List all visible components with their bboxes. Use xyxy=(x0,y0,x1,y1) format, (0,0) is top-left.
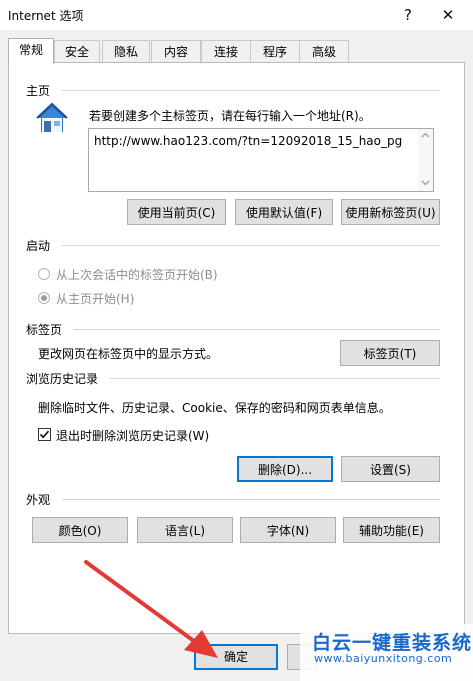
appearance-divider xyxy=(62,499,440,500)
radio-last-session[interactable] xyxy=(38,268,50,280)
tab-programs[interactable]: 程序 xyxy=(250,40,300,63)
watermark-brand: 白云一键重装系统 xyxy=(312,632,473,654)
use-new-tab-button[interactable]: 使用新标签页(U) xyxy=(341,199,440,225)
delete-on-exit-label: 退出时删除浏览历史记录(W) xyxy=(56,429,210,443)
radio-homepage[interactable] xyxy=(38,292,50,304)
use-current-button[interactable]: 使用当前页(C) xyxy=(127,199,226,225)
radio-last-session-label: 从上次会话中的标签页开始(B) xyxy=(56,268,218,282)
scroll-up-icon xyxy=(421,132,430,138)
tabs-section-title: 标签页 xyxy=(26,323,63,337)
tabs-description: 更改网页在标签页中的显示方式。 xyxy=(38,347,219,361)
homepage-divider xyxy=(62,90,440,91)
languages-button[interactable]: 语言(L) xyxy=(137,517,233,543)
use-default-button[interactable]: 使用默认值(F) xyxy=(235,199,333,225)
red-arrow-icon xyxy=(84,560,218,658)
tab-general[interactable]: 常规 xyxy=(8,38,54,64)
radio-homepage-label: 从主页开始(H) xyxy=(56,292,135,306)
history-divider xyxy=(110,378,440,379)
tab-advanced[interactable]: 高级 xyxy=(299,40,349,63)
scroll-down-icon xyxy=(421,180,430,186)
watermark-url: www.baiyunxitong.com xyxy=(314,652,453,665)
tab-security[interactable]: 安全 xyxy=(54,40,100,63)
appearance-section-title: 外观 xyxy=(26,493,51,507)
tab-privacy[interactable]: 隐私 xyxy=(102,40,150,63)
fonts-button[interactable]: 字体(N) xyxy=(240,517,336,543)
radio-selected-dot xyxy=(41,295,47,301)
tabs-settings-button[interactable]: 标签页(T) xyxy=(340,340,440,366)
colors-button[interactable]: 颜色(O) xyxy=(32,517,128,543)
window-title: Internet 选项 xyxy=(8,9,84,23)
homepage-url-textarea[interactable]: http://www.hao123.com/?tn=12092018_15_ha… xyxy=(88,128,434,192)
accessibility-button[interactable]: 辅助功能(E) xyxy=(343,517,440,543)
tabs-divider xyxy=(74,329,440,330)
tab-connections[interactable]: 连接 xyxy=(201,40,251,63)
history-settings-button[interactable]: 设置(S) xyxy=(341,456,440,482)
checkmark-icon xyxy=(39,430,50,439)
help-button[interactable]: ? xyxy=(391,2,425,28)
textarea-scrollbar[interactable] xyxy=(418,129,433,191)
title-bar: Internet 选项 ? ✕ xyxy=(0,0,473,30)
house-icon xyxy=(34,100,70,136)
delete-history-button[interactable]: 删除(D)... xyxy=(237,456,333,482)
delete-on-exit-checkbox[interactable] xyxy=(38,428,51,441)
homepage-instruction: 若要创建多个主标签页，请在每行输入一个地址(R)。 xyxy=(89,109,371,123)
tab-content[interactable]: 内容 xyxy=(151,40,201,63)
history-section-title: 浏览历史记录 xyxy=(26,372,99,386)
homepage-url-value: http://www.hao123.com/?tn=12092018_15_ha… xyxy=(94,134,403,148)
history-description: 删除临时文件、历史记录、Cookie、保存的密码和网页表单信息。 xyxy=(38,401,391,415)
homepage-section-title: 主页 xyxy=(26,84,51,98)
close-button[interactable]: ✕ xyxy=(431,2,465,28)
startup-divider xyxy=(62,245,440,246)
startup-section-title: 启动 xyxy=(26,239,51,253)
